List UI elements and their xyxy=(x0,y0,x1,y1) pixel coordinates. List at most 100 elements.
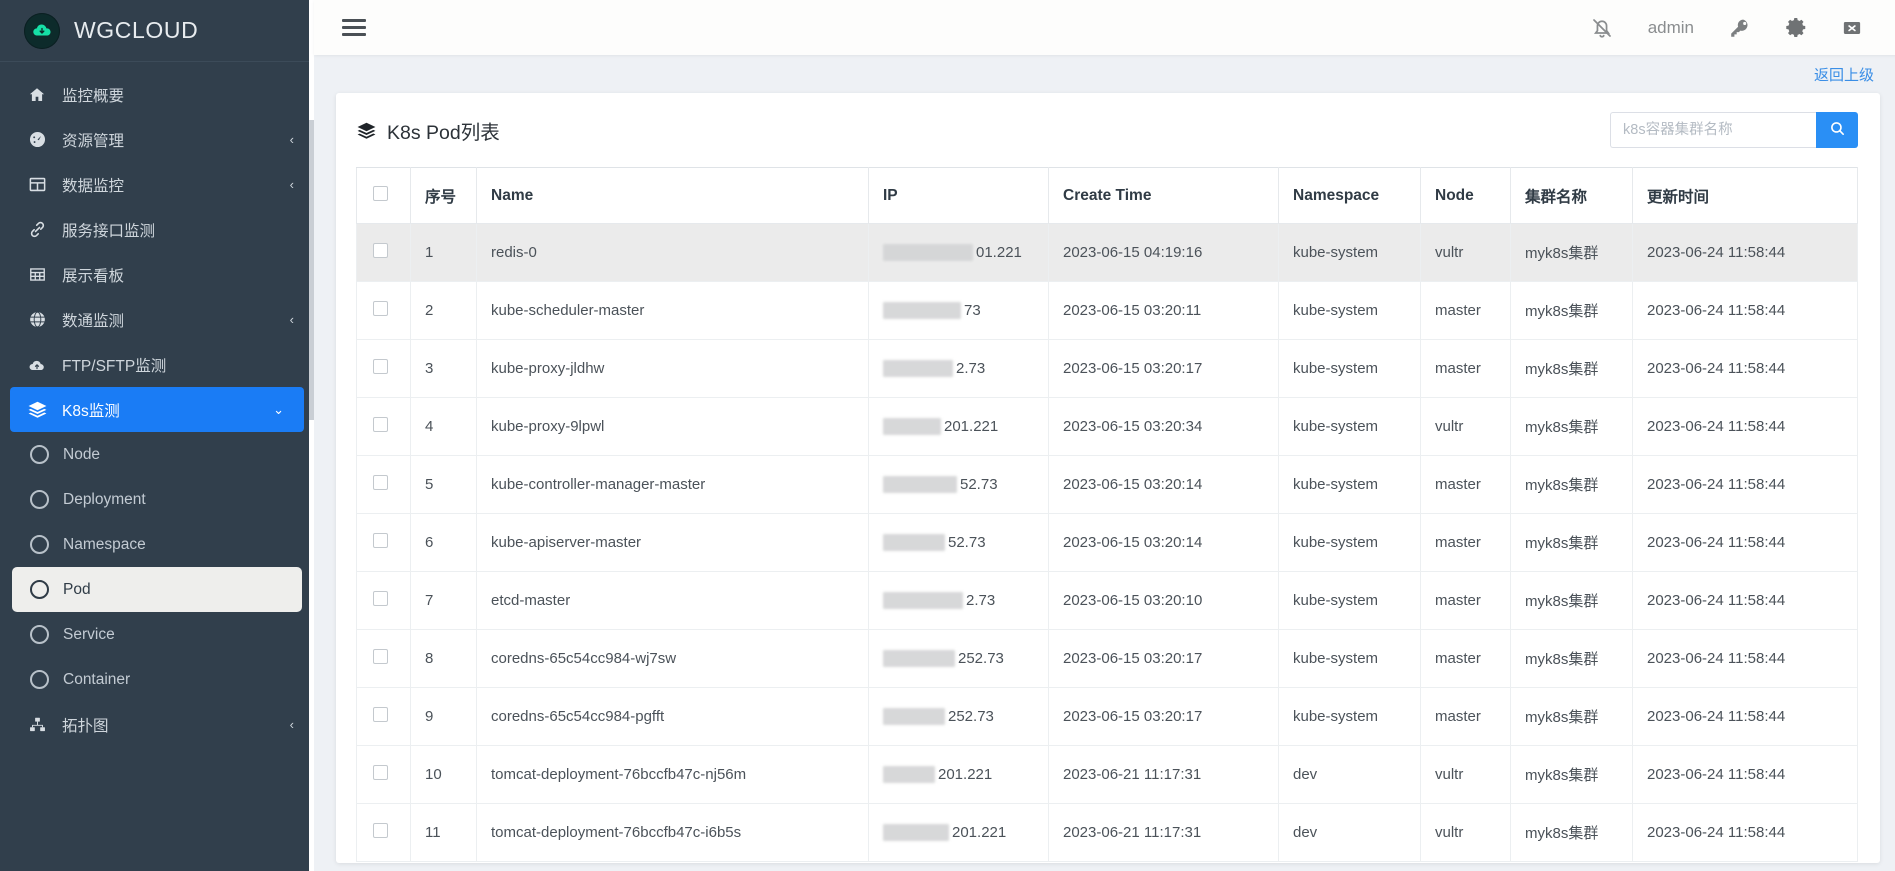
cell-name: kube-controller-manager-master xyxy=(476,455,869,514)
column-header-update-time[interactable]: 更新时间 xyxy=(1632,167,1858,224)
cell-update-time: 2023-06-24 11:58:44 xyxy=(1632,513,1858,572)
search-input[interactable] xyxy=(1610,112,1816,148)
topbar: admin xyxy=(314,0,1895,55)
ip-visible-fragment: 201.221 xyxy=(938,766,993,783)
pod-table: 序号 Name IP Create Time Namespace Node 集群… xyxy=(356,167,1858,862)
sidebar-item-k8s-monitoring[interactable]: K8s监测 ⌄ xyxy=(10,387,304,432)
cell-ip: 52.73 xyxy=(868,513,1049,572)
sidebar-item-node[interactable]: Node xyxy=(0,432,314,477)
admin-user-label[interactable]: admin xyxy=(1630,18,1712,38)
sidebar-item-container[interactable]: Container xyxy=(0,657,314,702)
table-row[interactable]: 3 kube-proxy-jldhw 2.73 2023-06-15 03:20:17… xyxy=(356,339,1858,398)
sidebar-item-resource-management[interactable]: 资源管理 ‹ xyxy=(0,117,314,162)
table-row[interactable]: 11 tomcat-deployment-76bccfb47c-i6b5s 201.… xyxy=(356,803,1858,862)
column-header-node[interactable]: Node xyxy=(1420,167,1511,224)
cell-cluster: myk8s集群 xyxy=(1510,455,1633,514)
sidebar-item-display-board[interactable]: 展示看板 xyxy=(0,252,314,297)
ip-visible-fragment: 01.221 xyxy=(976,244,1022,261)
cell-name: redis-0 xyxy=(476,223,869,282)
table-icon xyxy=(26,175,48,194)
redacted-ip-block xyxy=(883,302,961,319)
chevron-left-icon: ‹ xyxy=(289,312,294,327)
column-header-name[interactable]: Name xyxy=(476,167,869,224)
ip-visible-fragment: 52.73 xyxy=(960,476,998,493)
row-checkbox[interactable] xyxy=(373,533,388,548)
bell-off-icon[interactable] xyxy=(1574,15,1630,41)
redacted-ip-block xyxy=(883,708,945,725)
cell-node: master xyxy=(1420,629,1511,688)
back-to-parent-link[interactable]: 返回上级 xyxy=(1814,64,1874,85)
exit-icon[interactable] xyxy=(1824,15,1880,41)
cell-cluster: myk8s集群 xyxy=(1510,223,1633,282)
cell-node: master xyxy=(1420,513,1511,572)
cell-ip: 73 xyxy=(868,281,1049,340)
sidebar-item-label: Pod xyxy=(63,580,91,598)
row-checkbox[interactable] xyxy=(373,823,388,838)
cell-node: vultr xyxy=(1420,223,1511,282)
row-checkbox[interactable] xyxy=(373,475,388,490)
sidebar-item-network-monitoring[interactable]: 数通监测 ‹ xyxy=(0,297,314,342)
row-select-cell xyxy=(356,571,411,630)
sidebar-item-label: 服务接口监测 xyxy=(62,222,156,240)
redacted-ip-block xyxy=(883,360,953,377)
key-icon[interactable] xyxy=(1712,16,1768,40)
row-checkbox[interactable] xyxy=(373,243,388,258)
column-header-cluster[interactable]: 集群名称 xyxy=(1510,167,1633,224)
sidebar-item-label: Service xyxy=(63,625,115,643)
table-header-row: 序号 Name IP Create Time Namespace Node 集群… xyxy=(356,167,1858,224)
sitemap-icon xyxy=(26,715,48,734)
circle-icon xyxy=(30,625,49,644)
cell-update-time: 2023-06-24 11:58:44 xyxy=(1632,803,1858,862)
sidebar-item-service[interactable]: Service xyxy=(0,612,314,657)
sidebar-item-deployment[interactable]: Deployment xyxy=(0,477,314,522)
row-checkbox[interactable] xyxy=(373,765,388,780)
sidebar-item-ftp-sftp-monitoring[interactable]: FTP/SFTP监测 xyxy=(0,342,314,387)
cell-index: 10 xyxy=(410,745,477,804)
ip-visible-fragment: 201.221 xyxy=(952,824,1007,841)
sidebar-item-data-monitoring[interactable]: 数据监控 ‹ xyxy=(0,162,314,207)
table-row[interactable]: 4 kube-proxy-9lpwl 201.221 2023-06-15 03:20… xyxy=(356,397,1858,456)
column-header-index[interactable]: 序号 xyxy=(410,167,477,224)
table-row[interactable]: 10 tomcat-deployment-76bccfb47c-nj56m 201.… xyxy=(356,745,1858,804)
brand[interactable]: WGCLOUD xyxy=(0,0,314,62)
search-button[interactable] xyxy=(1816,112,1858,148)
row-checkbox[interactable] xyxy=(373,359,388,374)
cloud-download-icon xyxy=(24,12,60,49)
cell-index: 11 xyxy=(410,803,477,862)
table-row[interactable]: 9 coredns-65c54cc984-pgfft 252.73 2023-06-1… xyxy=(356,687,1858,746)
cell-node: master xyxy=(1420,687,1511,746)
sidebar-item-service-api-monitoring[interactable]: 服务接口监测 xyxy=(0,207,314,252)
gear-icon[interactable] xyxy=(1768,15,1824,40)
table-row[interactable]: 5 kube-controller-manager-master 52.73 2023… xyxy=(356,455,1858,514)
row-select-cell xyxy=(356,223,411,282)
table-row[interactable]: 7 etcd-master 2.73 2023-06-15 03:20:10 kube-… xyxy=(356,571,1858,630)
cell-index: 4 xyxy=(410,397,477,456)
cell-update-time: 2023-06-24 11:58:44 xyxy=(1632,687,1858,746)
row-checkbox[interactable] xyxy=(373,301,388,316)
table-row[interactable]: 6 kube-apiserver-master 52.73 2023-06-15 03… xyxy=(356,513,1858,572)
pod-table-container: 序号 Name IP Create Time Namespace Node 集群… xyxy=(336,167,1880,862)
cell-namespace: kube-system xyxy=(1278,513,1421,572)
sidebar-item-monitoring-overview[interactable]: 监控概要 xyxy=(0,72,314,117)
sidebar-item-topology[interactable]: 拓扑图 ‹ xyxy=(0,702,314,747)
chevron-left-icon: ‹ xyxy=(289,132,294,147)
cell-namespace: kube-system xyxy=(1278,687,1421,746)
table-row[interactable]: 8 coredns-65c54cc984-wj7sw 252.73 2023-06-1… xyxy=(356,629,1858,688)
row-checkbox[interactable] xyxy=(373,591,388,606)
cell-cluster: myk8s集群 xyxy=(1510,513,1633,572)
table-row[interactable]: 2 kube-scheduler-master 73 2023-06-15 03:20… xyxy=(356,281,1858,340)
hamburger-icon[interactable] xyxy=(342,19,366,36)
layers-icon xyxy=(26,399,48,420)
row-checkbox[interactable] xyxy=(373,707,388,722)
column-header-ip[interactable]: IP xyxy=(868,167,1049,224)
select-all-checkbox[interactable] xyxy=(373,185,388,201)
sidebar-item-pod[interactable]: Pod xyxy=(12,567,302,612)
sidebar-item-label: 监控概要 xyxy=(62,87,125,105)
row-checkbox[interactable] xyxy=(373,649,388,664)
sidebar-nav: 监控概要 资源管理 ‹ 数据监控 ‹ 服务接口监测 展示看板 数通监测 ‹ FT… xyxy=(0,62,314,747)
sidebar-item-namespace[interactable]: Namespace xyxy=(0,522,314,567)
column-header-namespace[interactable]: Namespace xyxy=(1278,167,1421,224)
table-row[interactable]: 1 redis-0 01.221 2023-06-15 04:19:16 kube-sy… xyxy=(356,223,1858,282)
column-header-create-time[interactable]: Create Time xyxy=(1048,167,1279,224)
row-checkbox[interactable] xyxy=(373,417,388,432)
